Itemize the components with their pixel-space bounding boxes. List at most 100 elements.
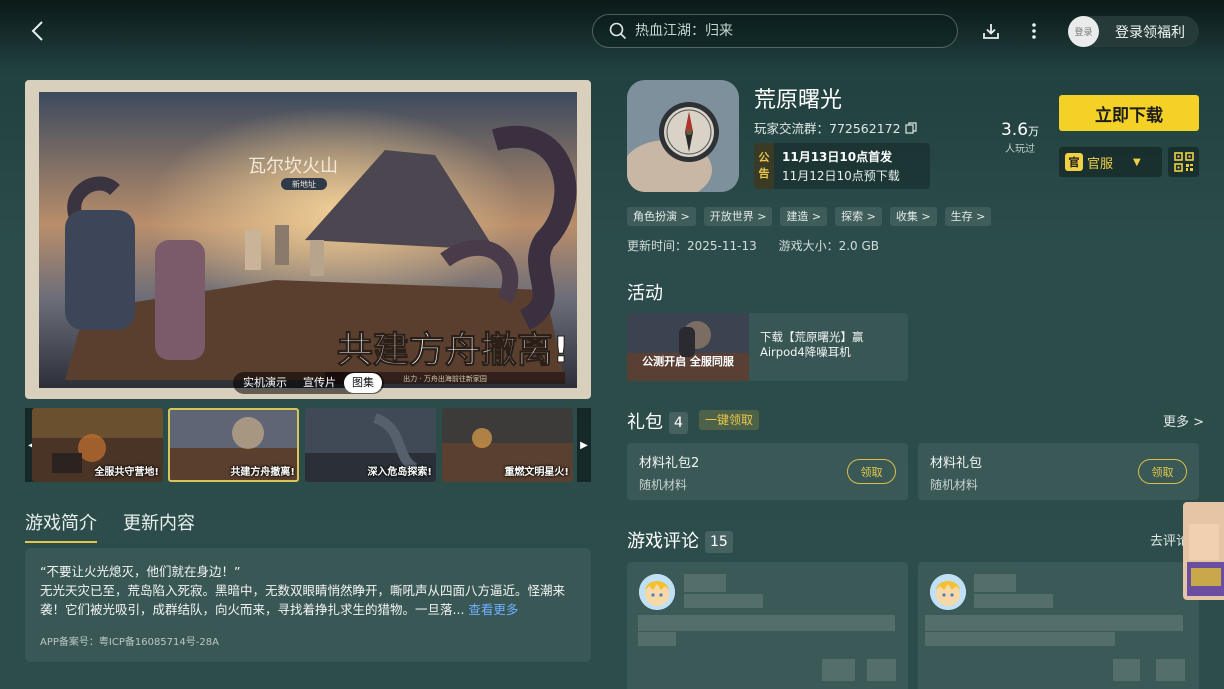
- activity-text: 下载【荒原曙光】赢 Airpod4降噪耳机: [749, 313, 864, 381]
- activity-title: 活动: [627, 283, 663, 304]
- login-button[interactable]: 登录 登录领福利: [1068, 16, 1199, 47]
- activity-banner-image: 公测开启 全服同服: [627, 313, 749, 381]
- gifts-more-link[interactable]: 更多 >: [1163, 411, 1204, 430]
- banner-location: 瓦尔坎火山: [248, 156, 338, 176]
- player-group-label: 玩家交流群：772562172: [754, 121, 901, 136]
- update-time: 更新时间：2025-11-13: [627, 239, 757, 253]
- intro-text: “不要让火光熄灭，他们就在身边！” 无光天灾已至，荒岛陷入死寂。黑暗中，无数双眼…: [40, 562, 570, 619]
- notice-predownload: 11月12日10点预下载: [782, 169, 900, 183]
- icp-record: APP备案号：粤ICP备16085714号-28A: [40, 637, 219, 648]
- search-icon: [609, 22, 627, 40]
- gift-claim-button[interactable]: 领取: [847, 459, 896, 484]
- review-card[interactable]: [627, 562, 908, 689]
- review-card[interactable]: [918, 562, 1199, 689]
- tag-item[interactable]: 生存 >: [944, 207, 992, 226]
- channel-select[interactable]: 官 官服 ▼: [1059, 147, 1162, 177]
- thumbnail-label: 重燃文明星火!: [504, 467, 569, 478]
- gift-claim-button[interactable]: 领取: [1138, 459, 1187, 484]
- thumbnail-strip: ◀ 全服共守营地! 共建方舟撤离! 深入危岛探索! 重燃文明星火! ▶: [25, 408, 591, 482]
- tag-item[interactable]: 角色扮演 >: [627, 207, 696, 226]
- blurred-username: [974, 574, 1016, 592]
- caret-down-icon: ▼: [1133, 156, 1141, 168]
- notice-lines: 11月13日10点首发 11月12日10点预下载: [774, 143, 900, 189]
- login-avatar: 登录: [1068, 16, 1099, 47]
- intro-quote: “不要让火光熄灭，他们就在身边！”: [40, 564, 241, 579]
- intro-panel: “不要让火光熄灭，他们就在身边！” 无光天灾已至，荒岛陷入死寂。黑暗中，无数双眼…: [25, 548, 591, 662]
- gift-card[interactable]: 材料礼包2 随机材料 领取: [627, 443, 908, 500]
- avatar-image: [930, 574, 966, 610]
- game-meta: 更新时间：2025-11-13 游戏大小：2.0 GB: [627, 237, 897, 254]
- activity-line1: 下载【荒原曙光】赢: [760, 330, 864, 344]
- reviews-title: 游戏评论: [627, 531, 699, 552]
- claim-all-button[interactable]: 一键领取: [699, 410, 760, 430]
- banner-subtitle: 出力 · 万舟出海前往新家园: [403, 374, 487, 383]
- tab-update-content[interactable]: 更新内容: [123, 509, 195, 543]
- notice-badge: 公 告: [754, 143, 774, 189]
- thumbnail-4[interactable]: 重燃文明星火!: [442, 408, 573, 482]
- blurred-username: [684, 574, 726, 592]
- search-bar[interactable]: [592, 14, 958, 48]
- copy-icon[interactable]: [904, 121, 917, 134]
- thumbnail-label: 全服共守营地!: [94, 467, 159, 478]
- banner-location-sub: 新地址: [292, 179, 316, 189]
- reviews-title-row: 游戏评论 15: [627, 527, 733, 553]
- more-vertical-icon: [1032, 23, 1036, 39]
- activity-image: 公测开启 全服同服: [627, 313, 749, 381]
- player-group: 玩家交流群：772562172: [754, 118, 917, 137]
- avatar: [639, 574, 675, 610]
- tab-gallery[interactable]: 图集: [344, 373, 382, 393]
- players-unit: 万: [1028, 125, 1040, 138]
- game-size: 游戏大小：2.0 GB: [778, 239, 880, 253]
- floating-side-widget[interactable]: [1183, 502, 1224, 600]
- channel-label: 官服: [1087, 156, 1114, 172]
- tab-gameplay-demo[interactable]: 实机演示: [235, 373, 295, 393]
- login-label: 登录领福利: [1115, 24, 1185, 41]
- thumbnail-label: 深入危岛探索!: [367, 467, 432, 478]
- caret-right-icon: ▶: [580, 439, 588, 451]
- back-button[interactable]: [24, 18, 50, 44]
- thumbnail-1[interactable]: 全服共守营地!: [32, 408, 163, 482]
- download-manager-button[interactable]: [980, 20, 1002, 42]
- tab-trailer[interactable]: 宣传片: [295, 373, 344, 393]
- avatar-image: [639, 574, 675, 610]
- compass-icon: [627, 80, 739, 192]
- chevron-left-icon: [31, 21, 43, 41]
- activity-card[interactable]: 公测开启 全服同服 下载【荒原曙光】赢 Airpod4降噪耳机: [627, 313, 908, 381]
- game-title: 荒原曙光: [754, 88, 843, 113]
- blurred-content: [925, 632, 1115, 646]
- thumbnail-3[interactable]: 深入危岛探索!: [305, 408, 436, 482]
- reviews-count: 15: [705, 531, 733, 553]
- search-input[interactable]: [635, 23, 935, 39]
- banner-title: 共建方舟撤离!: [337, 330, 569, 371]
- official-badge-icon: 官: [1065, 153, 1083, 171]
- gifts-title: 礼包: [627, 412, 663, 433]
- thumbnail-2[interactable]: 共建方舟撤离!: [168, 408, 299, 482]
- notice-banner[interactable]: 公 告 11月13日10点首发 11月12日10点预下载: [754, 143, 930, 189]
- blurred-action: [822, 659, 855, 681]
- blurred-content: [638, 632, 676, 646]
- tag-item[interactable]: 探索 >: [835, 207, 882, 226]
- gallery-image: 瓦尔坎火山 新地址 共建方舟撤离! 出力 · 万舟出海前往新家园: [25, 80, 591, 399]
- intro-tab-group: 游戏简介 更新内容: [25, 509, 221, 543]
- tag-item[interactable]: 收集 >: [889, 207, 937, 226]
- gifts-title-row: 礼包 4: [627, 408, 688, 434]
- avatar: [930, 574, 966, 610]
- gifts-count: 4: [669, 412, 688, 434]
- players-count: 3.6万 人玩过: [990, 120, 1050, 155]
- qr-code-button[interactable]: [1168, 147, 1199, 177]
- notice-badge-char: 告: [758, 167, 770, 180]
- blurred-content: [925, 615, 1183, 631]
- tab-game-intro[interactable]: 游戏简介: [25, 509, 97, 543]
- more-options-button[interactable]: [1025, 20, 1043, 42]
- tag-item[interactable]: 建造 >: [780, 207, 828, 226]
- media-viewer[interactable]: 瓦尔坎火山 新地址 共建方舟撤离! 出力 · 万舟出海前往新家园: [25, 80, 591, 399]
- tag-item[interactable]: 开放世界 >: [703, 207, 773, 226]
- download-button[interactable]: 立即下载: [1059, 95, 1199, 131]
- gift-card[interactable]: 材料礼包 随机材料 领取: [918, 443, 1199, 500]
- blurred-meta: [684, 594, 763, 608]
- qr-code-icon: [1173, 152, 1194, 172]
- notice-badge-char: 公: [758, 151, 770, 164]
- blurred-action: [1113, 659, 1140, 681]
- read-more-link[interactable]: 查看更多: [468, 602, 518, 617]
- thumb-next-button[interactable]: ▶: [577, 408, 591, 482]
